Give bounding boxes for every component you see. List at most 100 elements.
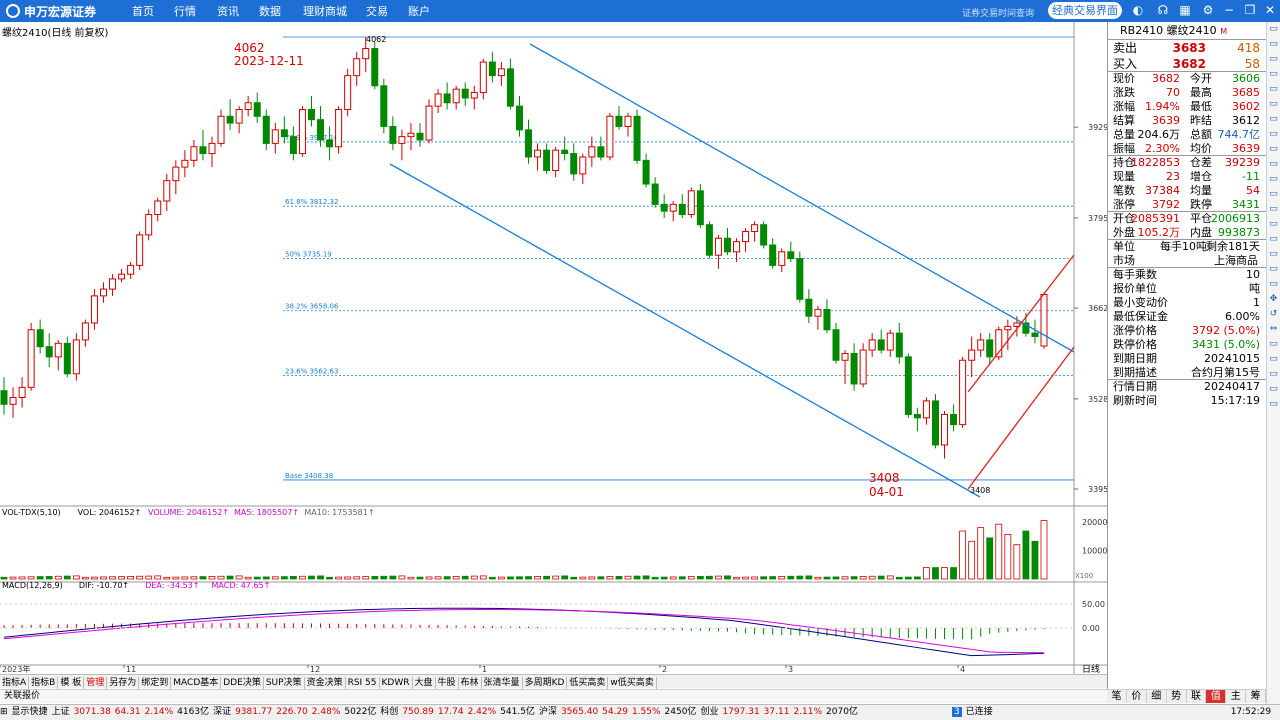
volume-bar: [172, 576, 180, 580]
nav-account[interactable]: 账户: [408, 3, 430, 19]
headset-icon[interactable]: ☊: [1156, 3, 1170, 18]
chart-title: 螺纹2410(日线 前复权): [2, 28, 109, 39]
price-tick-label: 3662: [1088, 304, 1107, 313]
minimize-icon[interactable]: −: [1222, 3, 1236, 18]
volume-bar: [136, 575, 144, 580]
connection-status: 已连接: [965, 707, 993, 717]
nav-wealth[interactable]: 理财商城: [303, 3, 347, 19]
candle-body: [298, 109, 306, 155]
tool-icon[interactable]: ▭: [1267, 367, 1280, 382]
quote-row: 结算 3639 昨结 3612: [1108, 114, 1266, 128]
tool-icon[interactable]: ▭: [1267, 382, 1280, 397]
candle-body: [335, 109, 343, 148]
right-tab[interactable]: 势: [1167, 690, 1187, 703]
tool-icon[interactable]: ▭: [1267, 202, 1280, 217]
nav-news[interactable]: 资讯: [217, 3, 239, 19]
right-tab[interactable]: 联: [1187, 690, 1207, 703]
index-name[interactable]: 上证: [52, 707, 70, 717]
tool-icon[interactable]: ▭: [1267, 172, 1280, 187]
index-name[interactable]: 创业: [700, 707, 718, 717]
tool-icon[interactable]: ▭: [1267, 337, 1280, 352]
tool-icon[interactable]: ▭: [1267, 22, 1280, 37]
related-quote-bar[interactable]: 关联报价: [0, 689, 1107, 703]
nav-home[interactable]: 首页: [132, 3, 154, 19]
candle-body: [769, 244, 777, 266]
tool-icon[interactable]: ↺: [1267, 307, 1280, 322]
quote-cell: 3685: [1232, 86, 1260, 99]
index-name[interactable]: 科创: [380, 707, 398, 717]
candle-body: [515, 105, 523, 131]
candle-body: [778, 251, 786, 266]
right-tab[interactable]: 笔: [1107, 690, 1127, 703]
volume-bar: [353, 576, 361, 580]
tool-icon[interactable]: ▭: [1267, 157, 1280, 172]
right-tab[interactable]: 值: [1206, 690, 1227, 703]
channel-upper-line: [529, 43, 1075, 353]
candle-body: [633, 115, 641, 161]
tool-icon[interactable]: ▭: [1267, 262, 1280, 277]
tool-icon[interactable]: ▭: [1267, 277, 1280, 292]
quote-cell: 跌停价格: [1113, 338, 1157, 351]
volume-bar: [362, 576, 370, 580]
nav-trade[interactable]: 交易: [366, 3, 388, 19]
nav-data[interactable]: 数据: [259, 3, 281, 19]
gear-icon[interactable]: ⚙: [1201, 3, 1215, 18]
tool-icon[interactable]: ▭: [1267, 187, 1280, 202]
quick-display-button[interactable]: 显示快捷: [12, 707, 48, 717]
candle-body: [841, 352, 849, 361]
right-tab[interactable]: 主: [1226, 690, 1247, 703]
tool-icon[interactable]: ✥: [1267, 292, 1280, 307]
trading-hours-link[interactable]: 证券交易时间查询: [962, 6, 1034, 19]
candle-body: [163, 180, 171, 202]
macd-tick-label: 50.00: [1082, 600, 1105, 609]
volume-bar: [814, 576, 822, 580]
theme-icon[interactable]: ◐: [1131, 3, 1145, 18]
tool-icon[interactable]: ▭: [1267, 82, 1280, 97]
quote-cell: 到期描述: [1113, 366, 1157, 379]
volume-bar: [154, 575, 162, 580]
tool-icon[interactable]: ▭: [1267, 127, 1280, 142]
tool-icon[interactable]: ▭: [1267, 397, 1280, 412]
tool-icon[interactable]: ▭: [1267, 97, 1280, 112]
kline-chart[interactable]: 3929379536623528339570.9% 3907.1661.8% 3…: [0, 22, 1107, 674]
price-tick-label: 3395: [1088, 485, 1107, 494]
tool-icon[interactable]: ▭: [1267, 142, 1280, 157]
volume-bar: [289, 576, 297, 580]
candle-body: [760, 224, 768, 246]
volume-bar: [91, 576, 98, 580]
tool-icon[interactable]: ▭: [1267, 67, 1280, 82]
grid-icon[interactable]: ▦: [1178, 3, 1192, 18]
restore-icon[interactable]: ❐: [1243, 3, 1257, 18]
index-name[interactable]: 深证: [213, 707, 231, 717]
tool-icon[interactable]: ▭: [1267, 112, 1280, 127]
quote-cell: 增仓: [1190, 170, 1212, 183]
candle-body: [72, 339, 80, 375]
close-icon[interactable]: ✕: [1263, 3, 1277, 18]
tool-icon[interactable]: ▭: [1267, 352, 1280, 367]
index-value: 3565.40: [560, 707, 599, 717]
right-tab[interactable]: 细: [1147, 690, 1167, 703]
candle-body: [317, 119, 325, 141]
quote-row: 到期描述 合约月第15号: [1108, 366, 1266, 380]
related-quote-label[interactable]: 关联报价: [4, 691, 40, 701]
vol-legend-item: VOLUME: 2046152↑: [148, 508, 229, 517]
nav-market[interactable]: 行情: [174, 3, 196, 19]
candle-body: [452, 88, 460, 104]
tool-icon[interactable]: ▭: [1267, 217, 1280, 232]
fib-label: 38.2% 3658.06: [285, 303, 339, 311]
tool-icon[interactable]: ▭: [1267, 232, 1280, 247]
index-name[interactable]: 沪深: [539, 707, 557, 717]
classic-trade-button[interactable]: 经典交易界面: [1048, 2, 1122, 19]
volume-bar: [615, 576, 623, 580]
tool-icon[interactable]: ⇔: [1267, 322, 1280, 337]
menu-icon[interactable]: ⊞: [0, 707, 8, 717]
quote-row: 涨停价格 3792 (5.0%): [1108, 324, 1266, 338]
right-tab[interactable]: 价: [1127, 690, 1147, 703]
tool-icon[interactable]: ▭: [1267, 37, 1280, 52]
candle-body: [588, 146, 596, 158]
quote-cell: 合约月第15号: [1191, 366, 1260, 379]
tool-icon[interactable]: ▭: [1267, 247, 1280, 262]
right-tab[interactable]: 筹: [1246, 690, 1266, 703]
quote-cell: 振幅: [1113, 142, 1135, 155]
tool-icon[interactable]: ▭: [1267, 52, 1280, 67]
